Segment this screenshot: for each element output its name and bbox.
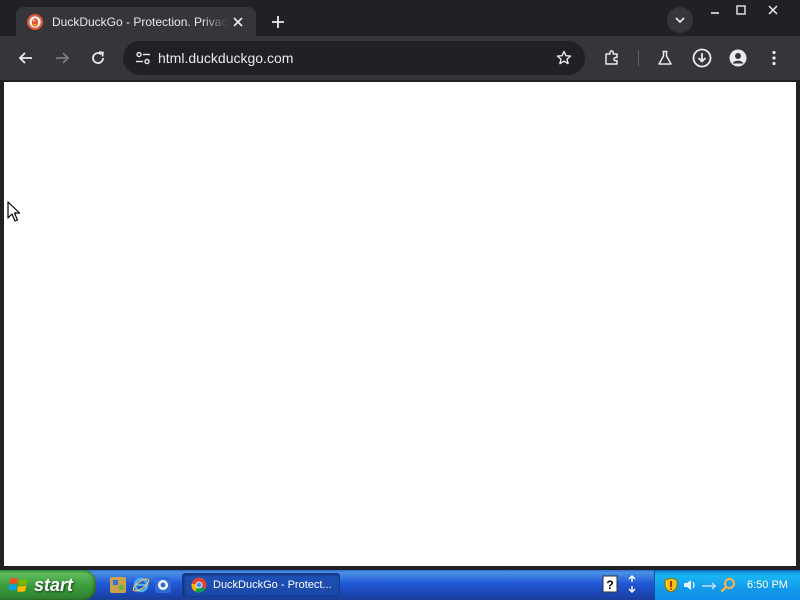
tab-search-button[interactable] bbox=[667, 7, 693, 33]
labs-button[interactable] bbox=[651, 44, 679, 72]
search-tray-button[interactable] bbox=[720, 577, 736, 593]
forward-arrow-icon bbox=[56, 52, 70, 64]
close-icon bbox=[768, 5, 778, 15]
help-icon[interactable]: ? bbox=[602, 575, 618, 593]
search-icon bbox=[720, 578, 735, 593]
volume-tray-button[interactable] bbox=[682, 577, 698, 593]
start-button[interactable]: start bbox=[0, 570, 96, 600]
tab-strip: DuckDuckGo - Protection. Privacy. Peace … bbox=[0, 0, 800, 36]
chevron-down-icon bbox=[675, 17, 685, 23]
window-close-button[interactable] bbox=[756, 0, 790, 20]
clock: 6:50 PM bbox=[747, 579, 788, 591]
url-text[interactable]: html.duckduckgo.com bbox=[158, 50, 549, 66]
extensions-button[interactable] bbox=[598, 44, 626, 72]
svg-text:?: ? bbox=[606, 578, 613, 592]
site-info-button[interactable] bbox=[133, 48, 153, 68]
display-icon bbox=[702, 582, 716, 590]
forward-button[interactable] bbox=[48, 44, 76, 72]
new-tab-button[interactable] bbox=[264, 8, 292, 36]
taskbar-window-button[interactable]: DuckDuckGo - Protect... bbox=[182, 573, 340, 597]
start-label: start bbox=[34, 574, 74, 595]
taskbar: start DuckDuckGo - Protect... ? 6:50 PM bbox=[0, 570, 800, 600]
chrome-icon bbox=[191, 577, 207, 593]
reload-icon bbox=[92, 51, 104, 64]
internet-explorer-icon[interactable] bbox=[132, 576, 150, 594]
page-content[interactable] bbox=[4, 82, 796, 566]
tab-title: DuckDuckGo - Protection. Privacy. Peace … bbox=[52, 14, 228, 29]
browser-window: DuckDuckGo - Protection. Privacy. Peace … bbox=[0, 0, 800, 570]
download-icon bbox=[692, 48, 712, 68]
reload-button[interactable] bbox=[84, 44, 112, 72]
maximize-icon bbox=[736, 5, 746, 15]
star-icon bbox=[556, 50, 572, 65]
system-tray: 6:50 PM bbox=[654, 570, 800, 600]
toolbar-divider bbox=[638, 50, 639, 66]
address-bar[interactable]: html.duckduckgo.com bbox=[123, 41, 585, 75]
chrome-icon[interactable] bbox=[154, 576, 172, 594]
back-arrow-icon bbox=[18, 52, 32, 64]
windows-logo-icon bbox=[9, 578, 28, 592]
maximize-button[interactable] bbox=[729, 0, 753, 20]
volume-icon bbox=[684, 580, 695, 590]
site-settings-icon bbox=[136, 51, 150, 65]
security-tray-button[interactable] bbox=[663, 577, 679, 593]
puzzle-icon bbox=[605, 50, 618, 65]
tab-close-button[interactable] bbox=[228, 12, 248, 32]
plus-icon bbox=[272, 16, 284, 28]
taskbar-window-label: DuckDuckGo - Protect... bbox=[213, 579, 332, 591]
menu-button[interactable] bbox=[760, 44, 788, 72]
flask-icon bbox=[658, 50, 672, 65]
browser-toolbar: html.duckduckgo.com bbox=[0, 36, 800, 80]
back-button[interactable] bbox=[12, 44, 40, 72]
minimize-icon bbox=[711, 12, 719, 14]
avatar-icon bbox=[729, 49, 747, 67]
bookmark-button[interactable] bbox=[549, 43, 579, 73]
mouse-cursor-icon bbox=[7, 201, 21, 222]
network-icon[interactable] bbox=[626, 575, 638, 593]
profile-button[interactable] bbox=[724, 44, 752, 72]
minimize-button[interactable] bbox=[703, 0, 727, 20]
display-tray-button[interactable] bbox=[701, 577, 717, 593]
shield-icon bbox=[664, 577, 678, 593]
kebab-menu-icon bbox=[772, 50, 776, 66]
tab-duckduckgo[interactable]: DuckDuckGo - Protection. Privacy. Peace … bbox=[16, 7, 256, 36]
duckduckgo-icon bbox=[27, 13, 43, 30]
close-icon bbox=[233, 16, 243, 27]
downloads-button[interactable] bbox=[688, 44, 716, 72]
app-icon[interactable] bbox=[109, 576, 127, 594]
